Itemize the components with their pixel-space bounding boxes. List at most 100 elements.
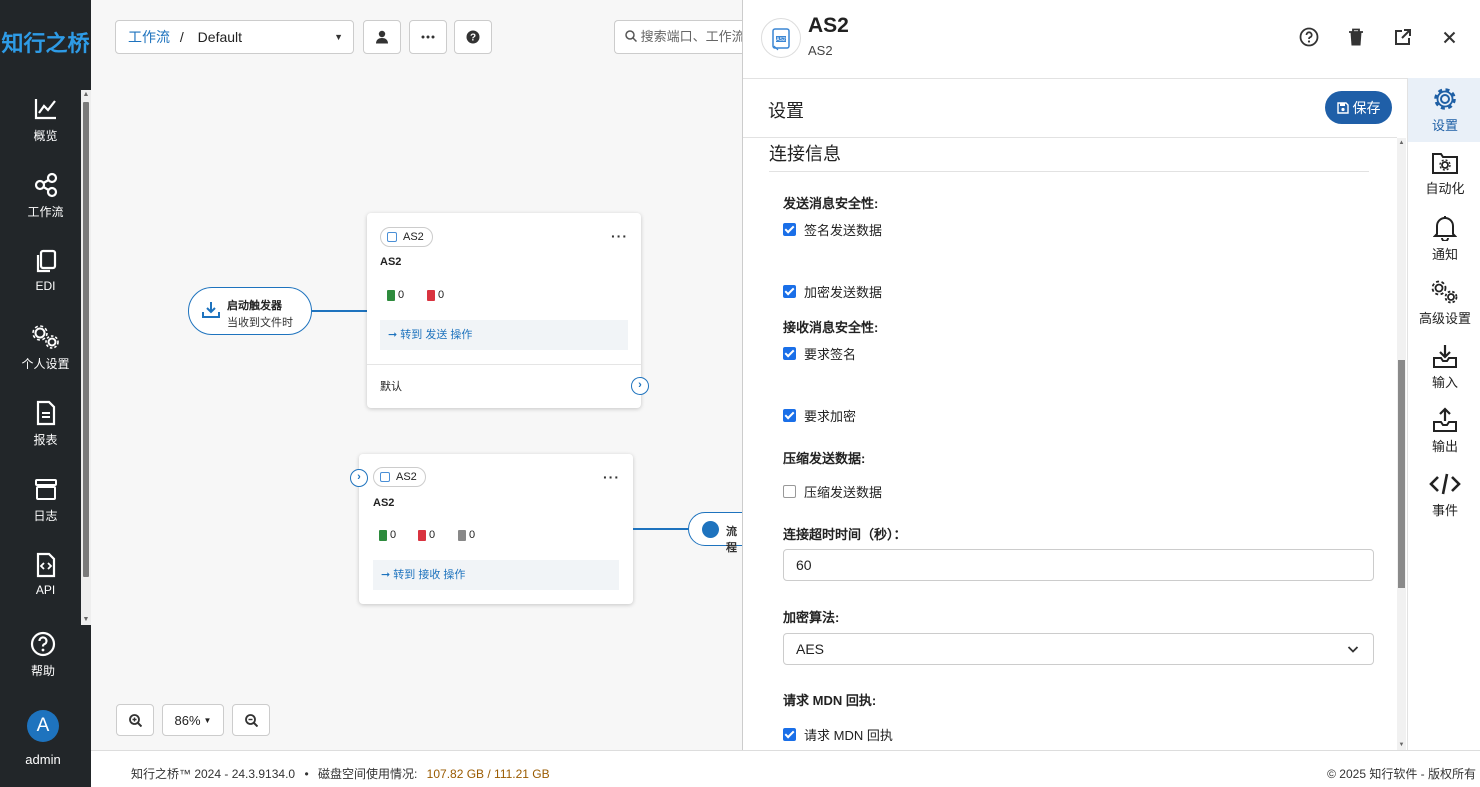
sidebar-item-personal-settings[interactable]: 个人设置 <box>0 324 91 372</box>
default-route-label: 默认 <box>380 381 402 393</box>
save-button[interactable]: 保存 <box>1325 91 1392 124</box>
tab-label: 自动化 <box>1425 181 1465 196</box>
scroll-up-arrow-icon[interactable]: ▲ <box>1397 140 1406 146</box>
help-button[interactable]: ? <box>454 20 492 54</box>
tab-settings[interactable]: 设置 <box>1408 78 1480 142</box>
compress-label: 压缩发送数据: <box>783 451 866 466</box>
zoom-in-button[interactable] <box>116 704 154 736</box>
sidebar-scrollbar[interactable]: ▲ ▼ <box>81 90 91 625</box>
sign-send-checkbox[interactable]: 签名发送数据 <box>783 220 882 239</box>
zoom-in-icon <box>128 713 142 727</box>
tab-events[interactable]: 事件 <box>1408 471 1480 519</box>
sidebar-item-overview[interactable]: 概览 <box>0 96 91 144</box>
tab-label: 通知 <box>1431 247 1458 262</box>
checkbox-label: 要求加密 <box>804 409 857 424</box>
scrollbar-thumb[interactable] <box>83 102 89 577</box>
external-link-icon <box>1395 29 1411 45</box>
sidebar-item-help[interactable]: 帮助 <box>0 631 86 679</box>
sidebar-item-reports[interactable]: 报表 <box>0 400 91 448</box>
goto-send-link[interactable]: ➞ 转到 发送 操作 <box>380 320 628 350</box>
tab-input[interactable]: 输入 <box>1408 343 1480 391</box>
select-value: AES <box>796 641 825 657</box>
caret-down-icon[interactable]: ▼ <box>334 21 343 53</box>
avatar[interactable]: A <box>27 710 59 742</box>
scroll-up-arrow-icon[interactable]: ▲ <box>81 90 91 100</box>
breadcrumb-link-workflow[interactable]: 工作流 <box>128 29 170 45</box>
trash-icon <box>1349 28 1363 46</box>
inbox-in-icon <box>1433 345 1457 368</box>
tab-output[interactable]: 输出 <box>1408 407 1480 455</box>
settings-title: 设置 <box>768 101 804 121</box>
help-button[interactable] <box>1298 26 1320 48</box>
scroll-down-arrow-icon[interactable]: ▼ <box>1397 742 1406 748</box>
checkbox-checked-icon[interactable] <box>783 285 796 298</box>
card-menu-icon[interactable]: ··· <box>611 228 628 244</box>
settings-scrollbar[interactable]: ▲ ▼ <box>1397 138 1406 750</box>
card-menu-icon[interactable]: ··· <box>603 469 620 485</box>
goto-receive-link[interactable]: ➞ 转到 接收 操作 <box>373 560 619 590</box>
port-settings-panel: AS2 AS2 AS2 设置 保存 连接信息 发送消息安全性: 签名发送数据 加… <box>742 0 1480 750</box>
as2-send-card[interactable]: AS2 ··· AS2 0 0 ➞ 转到 发送 操作 默认 <box>367 213 641 408</box>
zoom-out-button[interactable] <box>232 704 270 736</box>
encryption-algorithm-select[interactable]: AES <box>783 633 1374 665</box>
open-external-button[interactable] <box>1392 26 1414 48</box>
breadcrumb[interactable]: 工作流 / Default ▼ <box>115 20 354 54</box>
search-icon <box>625 30 638 43</box>
timeout-input[interactable]: 60 <box>783 549 1374 581</box>
checkbox-label: 加密发送数据 <box>804 285 883 300</box>
sidebar-item-logs[interactable]: 日志 <box>0 476 91 524</box>
share-nodes-icon <box>34 172 57 198</box>
scrollbar-thumb[interactable] <box>1398 360 1405 588</box>
card-title: AS2 <box>380 256 402 268</box>
request-mdn-checkbox[interactable]: 请求 MDN 回执 <box>783 725 893 744</box>
check-circle-icon <box>702 521 719 538</box>
card-title: AS2 <box>373 497 395 509</box>
checkbox-checked-icon[interactable] <box>783 409 796 422</box>
route-output-arrow-icon[interactable]: › <box>631 377 649 395</box>
file-check-icon <box>379 529 387 541</box>
breadcrumb-separator: / <box>179 29 184 45</box>
trigger-title: 启动触发器 <box>227 300 282 312</box>
error-count: 0 <box>427 289 444 301</box>
section-divider <box>769 171 1369 172</box>
scroll-down-arrow-icon[interactable]: ▼ <box>81 615 91 625</box>
require-sign-checkbox[interactable]: 要求签名 <box>783 344 856 363</box>
zoom-out-icon <box>244 713 258 727</box>
zoom-level-dropdown[interactable]: 86% ▼ <box>162 704 224 736</box>
checkbox-unchecked-icon[interactable] <box>783 485 796 498</box>
workflow-canvas[interactable]: 工作流 / Default ▼ ? 搜索端口、工作流 启动触发器 当收到文件时 … <box>91 0 754 750</box>
checkbox-checked-icon[interactable] <box>783 223 796 236</box>
file-pending-icon <box>458 529 466 541</box>
compress-checkbox[interactable]: 压缩发送数据 <box>783 482 882 501</box>
tab-label: 事件 <box>1431 503 1458 518</box>
more-button[interactable] <box>409 20 447 54</box>
sidebar-item-api[interactable]: API <box>0 552 91 597</box>
require-encrypt-checkbox[interactable]: 要求加密 <box>783 406 856 425</box>
close-icon <box>1443 31 1455 43</box>
tab-advanced-settings[interactable]: 高级设置 <box>1408 279 1480 327</box>
sidebar-item-workflow[interactable]: 工作流 <box>0 172 91 220</box>
start-trigger-node[interactable]: 启动触发器 当收到文件时 <box>188 287 312 335</box>
chevron-down-icon <box>1347 646 1359 653</box>
copyright: © 2025 知行软件 - 版权所有 <box>1327 767 1476 781</box>
user-name[interactable]: admin <box>0 752 86 767</box>
user-button[interactable] <box>363 20 401 54</box>
checkbox-checked-icon[interactable] <box>783 728 796 741</box>
floppy-disk-icon <box>1336 101 1349 114</box>
search-placeholder: 搜索端口、工作流 <box>640 29 745 44</box>
tab-automation[interactable]: 自动化 <box>1408 151 1480 197</box>
recv-security-label: 接收消息安全性: <box>783 320 879 335</box>
end-flow-node[interactable]: 流程 <box>688 512 748 554</box>
route-input-arrow-icon[interactable]: › <box>350 469 368 487</box>
port-type-pill: AS2 <box>373 467 426 487</box>
delete-button[interactable] <box>1345 26 1367 48</box>
tab-notifications[interactable]: 通知 <box>1408 215 1480 263</box>
app-logo: 知行之桥 <box>1 31 90 56</box>
encrypt-send-checkbox[interactable]: 加密发送数据 <box>783 282 882 301</box>
tab-label: 设置 <box>1431 118 1458 133</box>
sidebar-item-edi[interactable]: EDI <box>0 248 91 293</box>
close-button[interactable] <box>1438 26 1460 48</box>
search-input[interactable]: 搜索端口、工作流 <box>614 20 754 54</box>
as2-receive-card[interactable]: AS2 ··· AS2 0 0 0 ➞ 转到 接收 操作 <box>359 454 633 604</box>
checkbox-checked-icon[interactable] <box>783 347 796 360</box>
